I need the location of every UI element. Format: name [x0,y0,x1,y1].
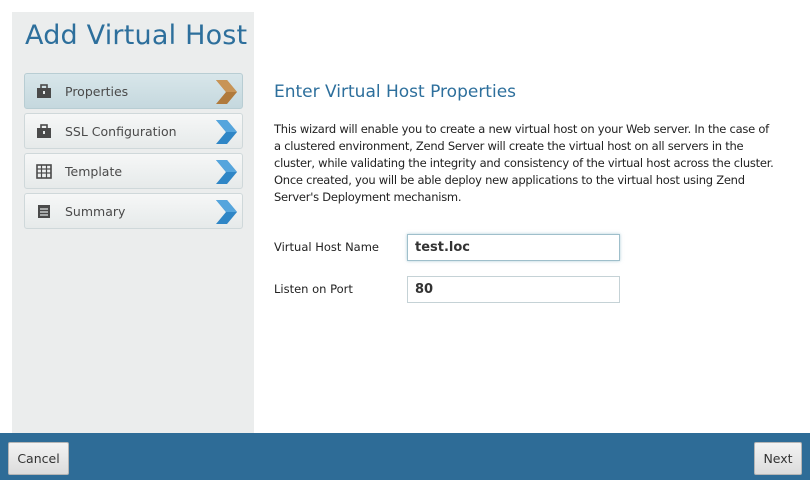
content-heading: Enter Virtual Host Properties [274,82,517,102]
wizard-title: Add Virtual Host [25,20,248,51]
wizard-footer: Cancel Next [0,433,810,480]
briefcase-icon [35,82,53,100]
step-label: Properties [65,83,129,99]
host-name-label: Virtual Host Name [274,240,379,254]
wizard-content: Enter Virtual Host Properties This wizar… [274,82,774,206]
virtual-host-form: Virtual Host Name Listen on Port [274,233,620,317]
port-label: Listen on Port [274,282,353,296]
content-description: This wizard will enable you to create a … [274,122,774,204]
wizard-steps: Properties SSL Configuration Template Su… [24,73,243,233]
briefcase-icon [35,122,53,140]
next-button[interactable]: Next [754,442,802,475]
host-name-input[interactable] [407,233,620,261]
chevron-right-icon [216,200,237,224]
list-icon [35,202,53,220]
step-label: SSL Configuration [65,123,177,139]
step-summary[interactable]: Summary [24,193,243,229]
form-row-host-name: Virtual Host Name [274,233,620,261]
chevron-right-icon [216,80,237,104]
grid-icon [35,162,53,180]
wizard-sidebar: Add Virtual Host Properties SSL Configur… [12,12,254,433]
step-properties[interactable]: Properties [24,73,243,109]
step-template[interactable]: Template [24,153,243,189]
chevron-right-icon [216,160,237,184]
cancel-button[interactable]: Cancel [8,442,69,475]
step-label: Template [65,163,123,179]
step-label: Summary [65,203,126,219]
port-input[interactable] [407,275,620,303]
chevron-right-icon [216,120,237,144]
step-ssl-configuration[interactable]: SSL Configuration [24,113,243,149]
form-row-port: Listen on Port [274,275,620,303]
